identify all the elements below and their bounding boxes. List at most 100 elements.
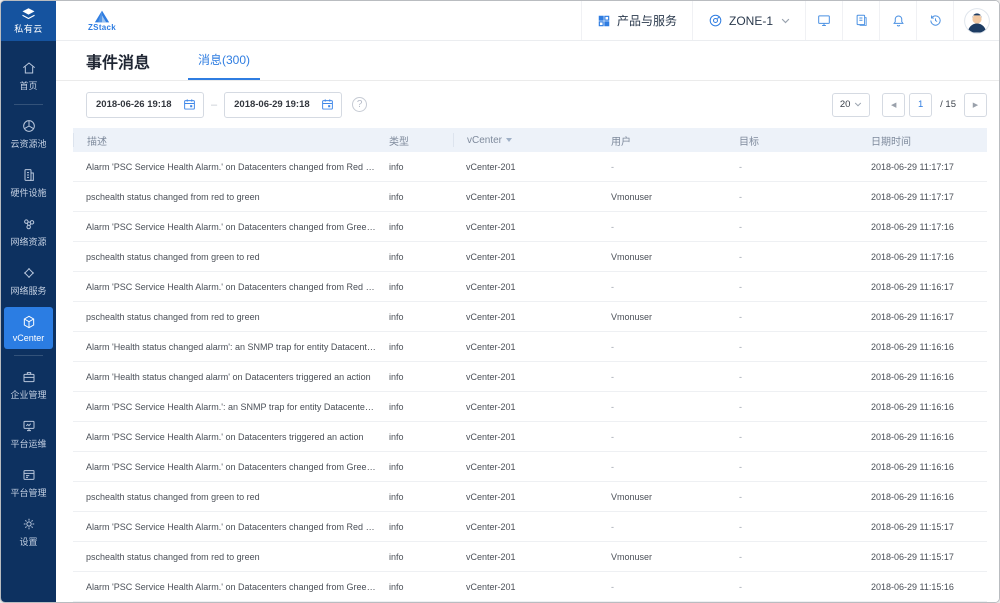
sidebar-item-enterprise[interactable]: 企业管理 bbox=[4, 362, 53, 407]
current-page-input[interactable]: 1 bbox=[909, 93, 932, 117]
table-row[interactable]: Alarm 'PSC Service Health Alarm.' on Dat… bbox=[73, 572, 987, 602]
tab-messages[interactable]: 消息(300) bbox=[188, 41, 260, 80]
history-button[interactable] bbox=[916, 1, 953, 40]
cell-type: info bbox=[376, 222, 453, 232]
table-row[interactable]: Alarm 'PSC Service Health Alarm.' on Dat… bbox=[73, 152, 987, 182]
cell-datetime: 2018-06-29 11:17:17 bbox=[858, 192, 987, 202]
cell-target: - bbox=[726, 522, 858, 532]
table-header-row: 描述 类型 vCenter 用户 目标 日期时间 bbox=[73, 128, 987, 152]
cell-type: info bbox=[376, 192, 453, 202]
cell-description: pschealth status changed from green to r… bbox=[73, 492, 376, 502]
cell-type: info bbox=[376, 312, 453, 322]
column-header-vcenter[interactable]: vCenter bbox=[453, 133, 598, 147]
cell-vcenter: vCenter-201 bbox=[453, 222, 598, 232]
zstack-logo[interactable]: ZStack bbox=[88, 10, 116, 32]
tab-messages-label: 消息(300) bbox=[198, 51, 250, 68]
cell-target: - bbox=[726, 582, 858, 592]
private-cloud-label: 私有云 bbox=[14, 22, 43, 35]
top-header: ZStack 产品与服务 bbox=[56, 1, 999, 41]
cell-type: info bbox=[376, 522, 453, 532]
cell-user: - bbox=[598, 432, 726, 442]
sidebar-item-platform-ops[interactable]: 平台运维 bbox=[4, 411, 53, 456]
cell-type: info bbox=[376, 492, 453, 502]
cell-type: info bbox=[376, 552, 453, 562]
cell-datetime: 2018-06-29 11:17:16 bbox=[858, 252, 987, 262]
sidebar-item-hardware[interactable]: 硬件设施 bbox=[4, 160, 53, 205]
cell-type: info bbox=[376, 432, 453, 442]
table-row[interactable]: Alarm 'PSC Service Health Alarm.' on Dat… bbox=[73, 422, 987, 452]
date-from-value: 2018-06-26 19:18 bbox=[96, 99, 172, 110]
sidebar-item-network-service[interactable]: 网络服务 bbox=[4, 258, 53, 303]
ops-monitor-icon bbox=[21, 418, 37, 434]
cell-description: pschealth status changed from red to gre… bbox=[73, 312, 376, 322]
table-row[interactable]: Alarm 'PSC Service Health Alarm.' on Dat… bbox=[73, 272, 987, 302]
cell-description: pschealth status changed from red to gre… bbox=[73, 552, 376, 562]
console-button[interactable] bbox=[805, 1, 842, 40]
date-from-input[interactable]: 2018-06-26 19:18 bbox=[86, 92, 204, 118]
cell-target: - bbox=[726, 162, 858, 172]
network-service-icon bbox=[21, 265, 37, 281]
table-row[interactable]: pschealth status changed from red to gre… bbox=[73, 542, 987, 572]
cell-user: - bbox=[598, 282, 726, 292]
cell-vcenter: vCenter-201 bbox=[453, 462, 598, 472]
sidebar-item-platform-mgmt[interactable]: 平台管理 bbox=[4, 460, 53, 505]
cell-datetime: 2018-06-29 11:16:16 bbox=[858, 342, 987, 352]
cell-target: - bbox=[726, 192, 858, 202]
cell-description: Alarm 'PSC Service Health Alarm.' on Dat… bbox=[73, 462, 376, 472]
zone-selector[interactable]: ZONE-1 bbox=[692, 1, 805, 40]
sidebar-item-cloud-pool[interactable]: 云资源池 bbox=[4, 111, 53, 156]
cell-type: info bbox=[376, 282, 453, 292]
sidebar-item-home[interactable]: 首页 bbox=[4, 53, 53, 98]
table-row[interactable]: Alarm 'Health status changed alarm' on D… bbox=[73, 362, 987, 392]
sidebar-item-vcenter[interactable]: vCenter bbox=[4, 307, 53, 349]
cell-target: - bbox=[726, 462, 858, 472]
table-row[interactable]: Alarm 'PSC Service Health Alarm.' on Dat… bbox=[73, 512, 987, 542]
date-range-separator: – bbox=[211, 99, 217, 111]
cell-vcenter: vCenter-201 bbox=[453, 252, 598, 262]
enterprise-icon bbox=[21, 369, 37, 385]
table-row[interactable]: pschealth status changed from red to gre… bbox=[73, 182, 987, 212]
table-row[interactable]: Alarm 'PSC Service Health Alarm.' on Dat… bbox=[73, 212, 987, 242]
cell-datetime: 2018-06-29 11:16:16 bbox=[858, 492, 987, 502]
platform-icon bbox=[21, 467, 37, 483]
page-title: 事件消息 bbox=[86, 49, 150, 73]
user-menu[interactable] bbox=[953, 1, 999, 40]
cell-user: - bbox=[598, 462, 726, 472]
logs-button[interactable] bbox=[842, 1, 879, 40]
page-title-row: 事件消息 消息(300) bbox=[56, 41, 999, 81]
cell-description: Alarm 'PSC Service Health Alarm.' on Dat… bbox=[73, 522, 376, 532]
column-header-type: 类型 bbox=[376, 133, 453, 148]
table-body: Alarm 'PSC Service Health Alarm.' on Dat… bbox=[73, 152, 987, 602]
bell-icon bbox=[891, 13, 906, 29]
cell-vcenter: vCenter-201 bbox=[453, 162, 598, 172]
network-resource-icon bbox=[21, 216, 37, 232]
table-row[interactable]: pschealth status changed from green to r… bbox=[73, 482, 987, 512]
sidebar-item-network-resource[interactable]: 网络资源 bbox=[4, 209, 53, 254]
next-page-button[interactable]: ▶ bbox=[964, 93, 987, 117]
private-cloud-logo[interactable]: 私有云 bbox=[1, 1, 56, 41]
table-row[interactable]: pschealth status changed from red to gre… bbox=[73, 302, 987, 332]
zone-icon bbox=[708, 13, 723, 28]
prev-page-button[interactable]: ◀ bbox=[882, 93, 905, 117]
cell-vcenter: vCenter-201 bbox=[453, 402, 598, 412]
table-row[interactable]: Alarm 'Health status changed alarm': an … bbox=[73, 332, 987, 362]
date-to-input[interactable]: 2018-06-29 19:18 bbox=[224, 92, 342, 118]
sidebar-item-settings[interactable]: 设置 bbox=[4, 509, 53, 554]
products-services-menu[interactable]: 产品与服务 bbox=[581, 1, 692, 40]
page-size-select[interactable]: 20 bbox=[832, 93, 870, 117]
table-row[interactable]: pschealth status changed from green to r… bbox=[73, 242, 987, 272]
table-row[interactable]: Alarm 'PSC Service Health Alarm.': an SN… bbox=[73, 392, 987, 422]
cell-description: Alarm 'PSC Service Health Alarm.' on Dat… bbox=[73, 582, 376, 592]
hardware-icon bbox=[21, 167, 37, 183]
cell-datetime: 2018-06-29 11:16:16 bbox=[858, 402, 987, 412]
help-icon[interactable]: ? bbox=[352, 97, 367, 112]
cell-target: - bbox=[726, 372, 858, 382]
document-icon bbox=[854, 13, 869, 28]
table-row[interactable]: Alarm 'PSC Service Health Alarm.' on Dat… bbox=[73, 452, 987, 482]
cell-user: Vmonuser bbox=[598, 552, 726, 562]
cell-description: pschealth status changed from red to gre… bbox=[73, 192, 376, 202]
notifications-button[interactable] bbox=[879, 1, 916, 40]
column-header-datetime: 日期时间 bbox=[858, 133, 987, 148]
cell-vcenter: vCenter-201 bbox=[453, 492, 598, 502]
toolbar: 2018-06-26 19:18 – 2018-06-29 19:18 bbox=[56, 81, 999, 128]
